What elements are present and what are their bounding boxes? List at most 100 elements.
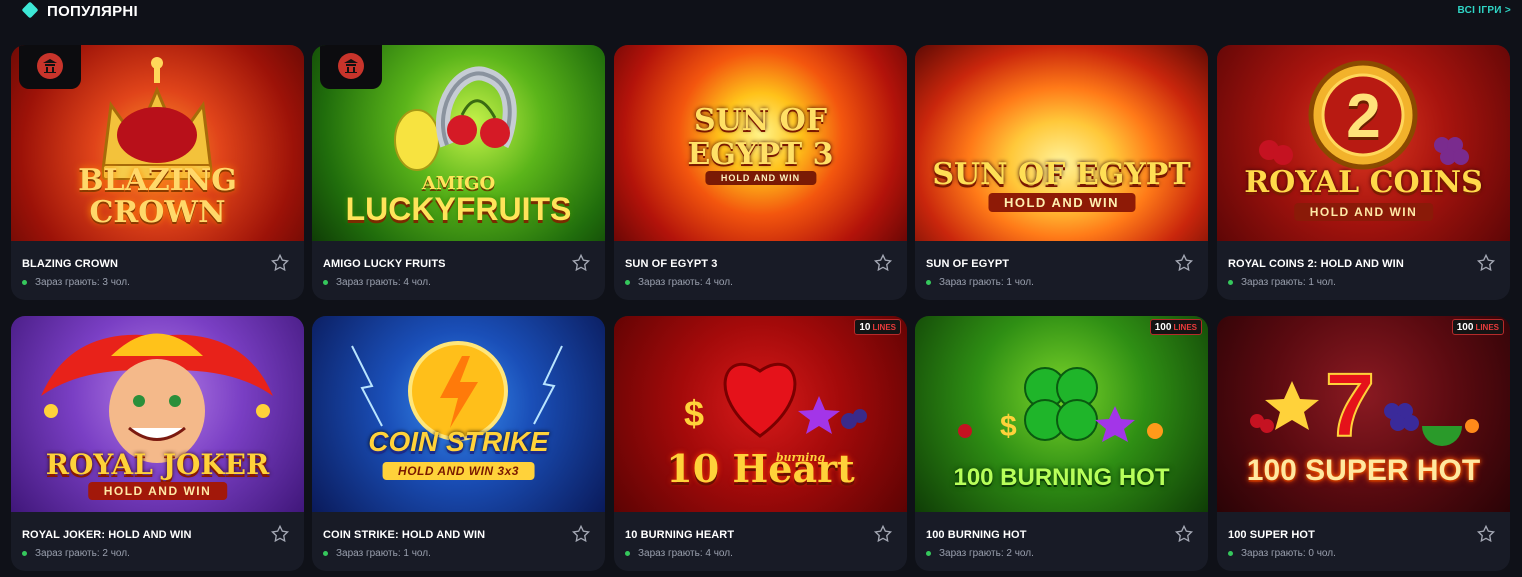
temple-icon [43,59,57,73]
provider-badge [19,45,81,89]
lines-badge: 100 LINES [1149,319,1202,335]
online-dot [323,280,328,285]
logo-line-2: LUCKYFRUITS [345,191,572,227]
logo-line-1: ROYAL JOKER [45,448,270,481]
logo-line-1: SUN OF EGYPT [932,157,1191,192]
game-card-coin-strike[interactable]: COIN STRIKE HOLD AND WIN 3x3 COIN STRIKE… [312,316,605,571]
players-status: Зараз грають: 4 чол. [625,548,733,559]
game-card-amigo-lucky-fruits[interactable]: AMIGO LUCKYFRUITS AMIGO LUCKY FRUITS Зар… [312,45,605,300]
logo-small: burning [775,451,826,464]
game-title: 100 SUPER HOT [1228,529,1315,541]
logo-line-1: SUN OF [693,103,828,138]
all-games-link[interactable]: ВСІ ІГРИ > [1457,5,1511,16]
online-dot [1228,280,1233,285]
game-thumbnail[interactable]: SUN OF EGYPT 3 HOLD AND WIN [614,45,907,241]
online-dot [926,280,931,285]
svg-text:$: $ [1000,410,1017,443]
favorite-star-icon[interactable] [270,524,290,544]
favorite-star-icon[interactable] [1174,524,1194,544]
logo-line-1: 100 BURNING HOT [953,464,1170,491]
logo-line-2: EGYPT 3 [687,137,834,172]
players-status: Зараз грають: 0 чол. [1228,548,1336,559]
favorite-star-icon[interactable] [270,253,290,273]
favorite-star-icon[interactable] [1476,253,1496,273]
players-text: Зараз грають: 1 чол. [1241,277,1336,288]
logo-subtitle: HOLD AND WIN [987,193,1136,212]
game-title: SUN OF EGYPT [926,258,1010,270]
players-status: Зараз грають: 1 чол. [323,548,431,559]
game-thumbnail[interactable]: 7 100 SUPER HOT 100 LINES [1217,316,1510,512]
game-card-royal-coins-2[interactable]: 2 ROYAL COINS HOLD AND WIN ROYAL COINS 2… [1217,45,1510,300]
logo-subtitle: HOLD AND WIN 3x3 [382,462,535,480]
players-status: Зараз грають: 1 чол. [1228,277,1336,288]
online-dot [323,551,328,556]
logo-subtitle: HOLD AND WIN [87,482,228,500]
lines-count: 100 [1154,321,1172,333]
logo-line-2: CROWN [89,195,226,230]
lines-count: 100 [1456,321,1474,333]
lines-label: LINES [872,322,896,332]
players-status: Зараз грають: 2 чол. [926,548,1034,559]
game-thumbnail[interactable]: AMIGO LUCKYFRUITS [312,45,605,241]
online-dot [625,551,630,556]
favorite-star-icon[interactable] [1174,253,1194,273]
lines-label: LINES [1173,322,1197,332]
svg-text:$: $ [684,393,704,434]
online-dot [22,280,27,285]
players-text: Зараз грають: 1 чол. [939,277,1034,288]
game-title: SUN OF EGYPT 3 [625,258,718,270]
logo-line-1: COIN STRIKE [368,426,549,457]
game-card-sun-of-egypt[interactable]: SUN OF EGYPT HOLD AND WIN SUN OF EGYPT З… [915,45,1208,300]
players-status: Зараз грають: 4 чол. [625,277,733,288]
lines-count: 10 [859,321,871,333]
favorite-star-icon[interactable] [571,253,591,273]
favorite-star-icon[interactable] [1476,524,1496,544]
players-status: Зараз грають: 2 чол. [22,548,130,559]
game-card-100-burning-hot[interactable]: $ 100 BURNING HOT 100 LINES 100 BURNING H… [915,316,1208,571]
game-card-100-super-hot[interactable]: 7 100 SUPER HOT 100 LINES 100 SUPER HOT З… [1217,316,1510,571]
game-title: 10 BURNING HEART [625,529,735,541]
online-dot [625,280,630,285]
diamond-icon [21,1,39,19]
game-title: ROYAL JOKER: HOLD AND WIN [22,529,192,541]
online-dot [1228,551,1233,556]
provider-badge [320,45,382,89]
game-title: AMIGO LUCKY FRUITS [323,258,446,270]
favorite-star-icon[interactable] [873,524,893,544]
game-title: COIN STRIKE: HOLD AND WIN [323,529,486,541]
players-status: Зараз грають: 4 чол. [323,277,431,288]
game-card-blazing-crown[interactable]: BLAZING CROWN BLAZING CROWN Зараз грають… [11,45,304,300]
favorite-star-icon[interactable] [873,253,893,273]
svg-text:7: 7 [1325,356,1375,456]
lines-badge: 100 LINES [1451,319,1504,335]
game-thumbnail[interactable]: $ 100 BURNING HOT 100 LINES [915,316,1208,512]
logo-big-number: 2 [1346,82,1381,151]
online-dot [926,551,931,556]
game-thumbnail[interactable]: 2 ROYAL COINS HOLD AND WIN [1217,45,1510,241]
section-title: ПОПУЛЯРНІ [47,3,139,20]
game-title: BLAZING CROWN [22,258,119,270]
logo-subtitle: HOLD AND WIN [1293,203,1434,221]
game-card-sun-of-egypt-3[interactable]: SUN OF EGYPT 3 HOLD AND WIN SUN OF EGYPT… [614,45,907,300]
online-dot [22,551,27,556]
lightning-coin-art [351,341,563,441]
temple-icon [344,59,358,73]
players-text: Зараз грають: 1 чол. [336,548,431,559]
game-thumbnail[interactable]: $ 10 Heart burning 10 LINES [614,316,907,512]
logo-line-1: ROYAL COINS [1244,165,1483,200]
players-text: Зараз грають: 4 чол. [638,277,733,288]
players-text: Зараз грають: 4 чол. [638,548,733,559]
logo-line-1: BLAZING [78,163,237,198]
game-thumbnail[interactable]: BLAZING CROWN [11,45,304,241]
game-card-royal-joker[interactable]: ROYAL JOKER HOLD AND WIN ROYAL JOKER: HO… [11,316,304,571]
players-text: Зараз грають: 0 чол. [1241,548,1336,559]
players-text: Зараз грають: 2 чол. [939,548,1034,559]
favorite-star-icon[interactable] [571,524,591,544]
game-thumbnail[interactable]: ROYAL JOKER HOLD AND WIN [11,316,304,512]
players-status: Зараз грають: 1 чол. [926,277,1034,288]
game-thumbnail[interactable]: COIN STRIKE HOLD AND WIN 3x3 [312,316,605,512]
game-thumbnail[interactable]: SUN OF EGYPT HOLD AND WIN [915,45,1208,241]
logo-subtitle: HOLD AND WIN [704,171,817,185]
players-text: Зараз грають: 4 чол. [336,277,431,288]
game-card-10-burning-heart[interactable]: $ 10 Heart burning 10 LINES 10 BURNING HE… [614,316,907,571]
